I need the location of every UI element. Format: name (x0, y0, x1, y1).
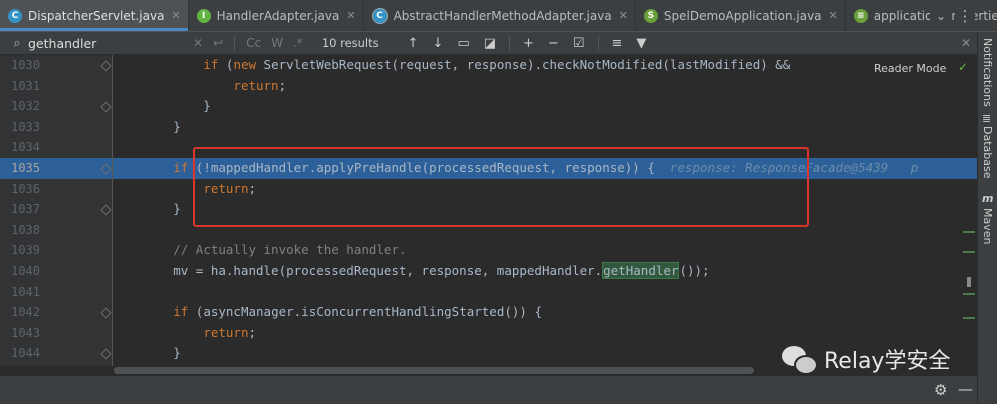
context-icon[interactable]: ≡ (612, 36, 623, 51)
code-line[interactable]: if (new ServletWebRequest(request, respo… (113, 55, 977, 76)
add-occurrence-icon[interactable]: + (523, 36, 534, 51)
tab-1[interactable]: I HandlerAdapter.java ✕ (189, 0, 364, 31)
code-line[interactable]: mv = ha.handle(processedRequest, respons… (113, 261, 977, 282)
gear-icon[interactable]: ⚙ (934, 381, 947, 399)
spring-class-icon: S (643, 8, 658, 23)
horizontal-scroll-thumb[interactable] (114, 367, 754, 374)
bottom-tool-bar: ⚙ — (0, 376, 977, 404)
error-stripe[interactable] (963, 55, 977, 375)
fold-marker-icon[interactable] (100, 204, 112, 216)
search-match-mark[interactable] (963, 293, 975, 295)
line-number[interactable]: 1043 (0, 323, 40, 344)
new-line-icon[interactable]: ↩ (213, 36, 223, 50)
tab-3[interactable]: S SpelDemoApplication.java ✕ (636, 0, 846, 31)
regex-toggle[interactable]: .* (293, 36, 303, 50)
watermark-text: Relay学安全 (824, 349, 951, 374)
tab-0[interactable]: C DispatcherServlet.java ✕ (0, 0, 189, 31)
fold-marker-icon[interactable] (100, 60, 112, 72)
right-tool-strip: Notifications ≣ Database m Maven (977, 32, 997, 404)
code-line[interactable]: return; (113, 323, 977, 344)
find-in-files-icon[interactable]: ▭ (457, 36, 469, 51)
search-icon[interactable]: ⌕ (6, 36, 28, 51)
maven-icon: m (982, 192, 994, 205)
clear-search-icon[interactable]: ✕ (193, 36, 203, 50)
class-icon: C (8, 8, 22, 23)
line-number[interactable]: 1035 (0, 158, 40, 179)
line-number[interactable]: 1032 (0, 96, 40, 117)
close-tab-icon[interactable]: ✕ (171, 9, 180, 22)
line-number[interactable]: 1030 (0, 55, 40, 76)
line-number[interactable]: 1031 (0, 76, 40, 97)
find-divider (509, 35, 511, 51)
find-input[interactable]: gethandler (28, 36, 188, 51)
reader-mode-button[interactable]: Reader Mode (874, 62, 946, 75)
fold-marker-icon[interactable] (100, 348, 112, 361)
select-all-occurrences-icon[interactable]: ◪ (484, 36, 496, 51)
tab-label: DispatcherServlet.java (28, 8, 165, 23)
select-all-occurrences-icon[interactable]: ☑ (573, 36, 585, 51)
code-line[interactable]: return; (113, 76, 977, 97)
annotation-highlight-box (193, 147, 809, 227)
line-number[interactable]: 1034 (0, 137, 40, 158)
close-tab-icon[interactable]: ✕ (346, 9, 355, 22)
database-icon: ≣ (982, 112, 992, 125)
search-match-mark[interactable] (963, 251, 975, 253)
wechat-watermark: Relay学安全 (782, 343, 950, 375)
filter-icon[interactable]: ▼ (636, 36, 646, 51)
previous-occurrence-icon[interactable]: ↑ (408, 36, 419, 51)
find-bar: ⌕ gethandler ✕ ↩ Cc W .* 10 results ↑ ↓ … (0, 32, 977, 55)
find-divider (234, 35, 236, 51)
tab-label: SpelDemoApplication.java (663, 8, 822, 23)
fold-marker-icon[interactable] (100, 307, 112, 319)
tabs-chevron-down-icon[interactable]: ⌄ (930, 0, 952, 31)
abstract-class-icon: C (371, 7, 388, 24)
code-line[interactable] (113, 282, 977, 303)
fold-marker-icon[interactable] (100, 101, 112, 113)
tabs-more-menu-icon[interactable]: ⋮ (955, 0, 975, 31)
line-number[interactable]: 1038 (0, 220, 40, 241)
line-number[interactable]: 1041 (0, 282, 40, 303)
scroll-position-mark[interactable] (967, 277, 971, 287)
close-find-icon[interactable]: ✕ (961, 36, 971, 50)
close-tab-icon[interactable]: ✕ (829, 9, 838, 22)
find-results-count: 10 results (321, 36, 379, 50)
search-match-mark[interactable] (963, 231, 975, 233)
interface-icon: I (196, 8, 211, 23)
code-line[interactable]: } (113, 96, 977, 117)
minimize-icon[interactable]: — (958, 380, 973, 398)
wechat-logo-icon (782, 346, 818, 375)
line-number[interactable]: 1036 (0, 179, 40, 200)
line-number[interactable]: 1033 (0, 117, 40, 138)
tab-label: AbstractHandlerMethodAdapter.java (393, 8, 612, 23)
line-number[interactable]: 1039 (0, 240, 40, 261)
line-number-gutter[interactable]: 1030 1031 1032 1033 1034 1035 1036 1037 1038 1039… (0, 55, 113, 375)
words-toggle[interactable]: W (271, 36, 283, 50)
code-line[interactable]: } (113, 117, 977, 138)
remove-occurrence-icon[interactable]: − (548, 36, 559, 51)
search-match-mark[interactable] (963, 317, 975, 319)
tab-2[interactable]: C AbstractHandlerMethodAdapter.java ✕ (364, 0, 636, 31)
code-line[interactable]: if (asyncManager.isConcurrentHandlingSta… (113, 302, 977, 323)
line-number[interactable]: 1040 (0, 261, 40, 282)
match-case-toggle[interactable]: Cc (246, 36, 261, 50)
line-number[interactable]: 1037 (0, 199, 40, 220)
close-tab-icon[interactable]: ✕ (619, 9, 628, 22)
find-divider (597, 35, 599, 51)
line-number[interactable]: 1042 (0, 302, 40, 323)
line-number[interactable]: 1044 (0, 343, 40, 364)
code-line[interactable]: // Actually invoke the handler. (113, 240, 977, 261)
editor-tab-bar: C DispatcherServlet.java ✕ I HandlerAdapter.… (0, 0, 997, 32)
properties-icon: ≡ (853, 8, 868, 23)
tab-label: HandlerAdapter.java (216, 8, 340, 23)
next-occurrence-icon[interactable]: ↓ (433, 36, 444, 51)
